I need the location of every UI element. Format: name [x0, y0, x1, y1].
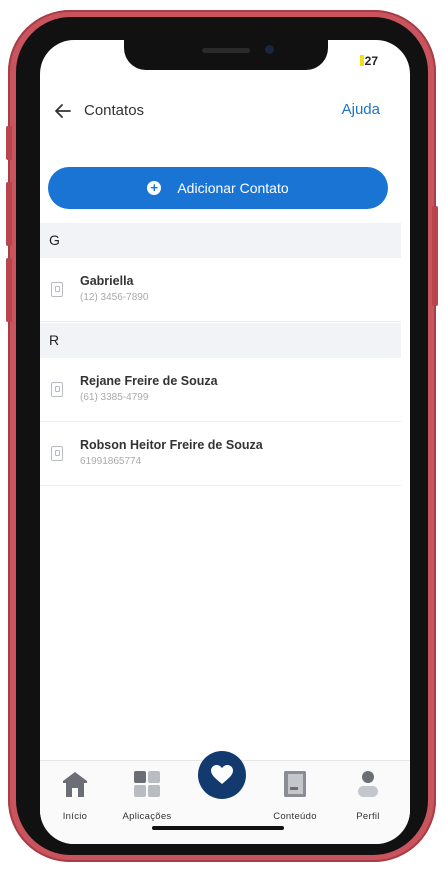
nav-label-aplicacoes: Aplicações — [122, 811, 172, 822]
contact-name: Robson Heitor Freire de Souza — [80, 438, 263, 452]
bottom-nav: Início Aplicações Conteúdo Perfil — [40, 751, 410, 844]
nav-label-perfil: Perfil — [356, 811, 380, 822]
header: Contatos Ajuda — [40, 96, 410, 126]
notch — [124, 40, 328, 70]
nav-item-aplicacoes[interactable]: Aplicações — [112, 769, 182, 822]
nav-item-conteudo[interactable]: Conteúdo — [260, 769, 330, 822]
power-button — [432, 206, 438, 306]
nav-item-perfil[interactable]: Perfil — [333, 769, 403, 822]
plus-circle-icon: + — [147, 181, 162, 195]
nav-item-inicio[interactable]: Início — [40, 769, 110, 822]
person-icon — [358, 771, 378, 797]
status-time-text: 27 — [364, 54, 378, 68]
speaker — [202, 48, 250, 53]
screen: 27 Contatos Ajuda + Adicionar Contato G … — [40, 40, 410, 844]
contact-phone: (12) 3456-7890 — [80, 292, 149, 303]
volume-down-button — [6, 258, 12, 322]
back-arrow-icon[interactable] — [54, 102, 72, 120]
section-header-g: G — [40, 223, 401, 258]
home-icon — [63, 772, 87, 797]
contact-row[interactable]: Robson Heitor Freire de Souza 6199186577… — [40, 422, 401, 486]
help-link[interactable]: Ajuda — [342, 101, 380, 118]
mute-switch — [6, 126, 12, 160]
contact-row[interactable]: Gabriella (12) 3456-7890 — [40, 258, 401, 322]
contact-card-icon — [51, 382, 63, 397]
home-indicator[interactable] — [152, 826, 284, 830]
volume-up-button — [6, 182, 12, 246]
nav-label-conteudo: Conteúdo — [273, 811, 317, 822]
add-contact-label: Adicionar Contato — [177, 180, 289, 196]
section-header-r: R — [40, 323, 401, 358]
heart-button[interactable] — [198, 751, 246, 799]
contact-row[interactable]: Rejane Freire de Souza (61) 3385-4799 — [40, 358, 401, 422]
add-contact-button[interactable]: + Adicionar Contato — [48, 167, 388, 209]
contact-name: Rejane Freire de Souza — [80, 374, 218, 388]
contact-card-icon — [51, 446, 63, 461]
contact-phone: (61) 3385-4799 — [80, 392, 149, 403]
apps-icon — [134, 771, 160, 797]
status-indicator-icon — [359, 55, 364, 66]
book-icon — [284, 771, 306, 797]
contact-phone: 61991865774 — [80, 456, 142, 467]
heart-icon — [211, 765, 233, 784]
status-time: 27 — [359, 54, 378, 68]
contact-card-icon — [51, 282, 63, 297]
page-title: Contatos — [84, 102, 145, 119]
front-camera — [265, 45, 274, 54]
contact-name: Gabriella — [80, 274, 134, 288]
nav-label-inicio: Início — [62, 811, 88, 822]
